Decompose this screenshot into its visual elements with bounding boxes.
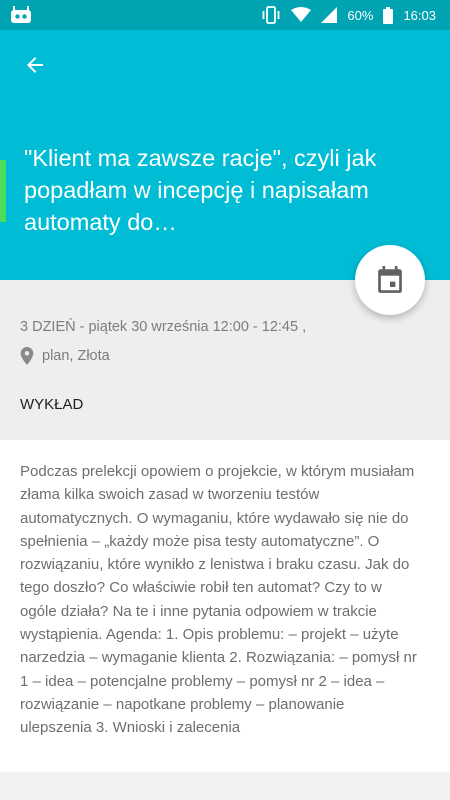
session-description: Podczas prelekcji opowiem o projekcie, w…: [20, 463, 417, 737]
location-label: plan, Złota: [42, 348, 110, 364]
track-color-strip: [0, 160, 6, 222]
arrow-back-icon: [27, 57, 43, 73]
battery-icon: [383, 6, 394, 24]
add-to-calendar-button[interactable]: [355, 245, 425, 315]
session-type: WYKŁAD: [20, 396, 84, 413]
description-card: Podczas prelekcji opowiem o projekcie, w…: [0, 440, 450, 772]
status-bar: 60% 16:03: [0, 0, 450, 30]
session-date-time: 3 DZIEŃ - piątek 30 września 12:00 - 12:…: [20, 319, 307, 335]
android-debug-icon: [11, 6, 31, 23]
battery-percent: 60%: [347, 7, 374, 23]
vibrate-icon: [263, 6, 280, 24]
location-pin-icon: [20, 347, 34, 365]
wifi-icon: [291, 7, 312, 22]
session-location: plan, Złota: [20, 347, 110, 365]
cell-signal-icon: [321, 7, 338, 23]
session-title: "Klient ma zawsze racje", czyli jak popa…: [24, 145, 377, 235]
calendar-icon: [378, 266, 402, 293]
clock: 16:03: [403, 7, 436, 23]
back-button[interactable]: [18, 50, 52, 80]
session-header: "Klient ma zawsze racje", czyli jak popa…: [0, 30, 450, 280]
